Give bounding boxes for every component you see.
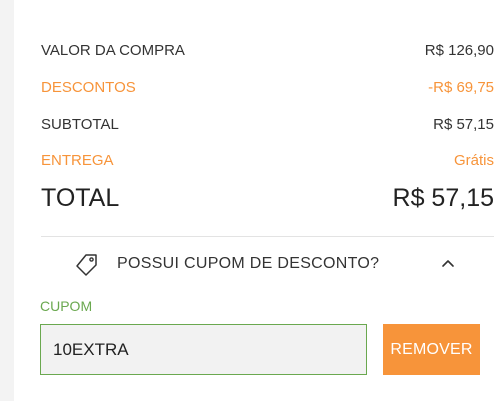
shipping-amount: Grátis bbox=[453, 151, 494, 169]
total-row: TOTAL R$ 57,15 bbox=[41, 180, 494, 216]
discounts-amount: -R$ 69,75 bbox=[428, 78, 494, 96]
subtotal-amount: R$ 57,15 bbox=[433, 115, 494, 133]
divider bbox=[41, 236, 494, 237]
subtotal-label: SUBTOTAL bbox=[41, 115, 119, 133]
order-summary-panel: VALOR DA COMPRA R$ 126,90 DESCONTOS -R$ … bbox=[14, 0, 500, 401]
chevron-up-icon[interactable] bbox=[441, 257, 455, 271]
shipping-row: ENTREGA Grátis bbox=[41, 148, 494, 172]
remove-coupon-button[interactable]: REMOVER bbox=[383, 324, 480, 375]
coupon-toggle[interactable]: POSSUI CUPOM DE DESCONTO? bbox=[41, 246, 494, 284]
coupon-field-label: CUPOM bbox=[40, 298, 93, 314]
total-label: TOTAL bbox=[41, 183, 120, 212]
tag-icon bbox=[74, 252, 100, 278]
purchase-value-amount: R$ 126,90 bbox=[424, 41, 494, 59]
discounts-row: DESCONTOS -R$ 69,75 bbox=[41, 75, 494, 99]
coupon-input[interactable] bbox=[40, 324, 367, 375]
total-amount: R$ 57,15 bbox=[392, 183, 494, 212]
purchase-value-label: VALOR DA COMPRA bbox=[41, 41, 185, 59]
shipping-label: ENTREGA bbox=[41, 151, 114, 169]
coupon-question: POSSUI CUPOM DE DESCONTO? bbox=[117, 255, 380, 272]
discounts-label: DESCONTOS bbox=[41, 78, 136, 96]
purchase-value-row: VALOR DA COMPRA R$ 126,90 bbox=[41, 38, 494, 62]
subtotal-row: SUBTOTAL R$ 57,15 bbox=[41, 112, 494, 136]
